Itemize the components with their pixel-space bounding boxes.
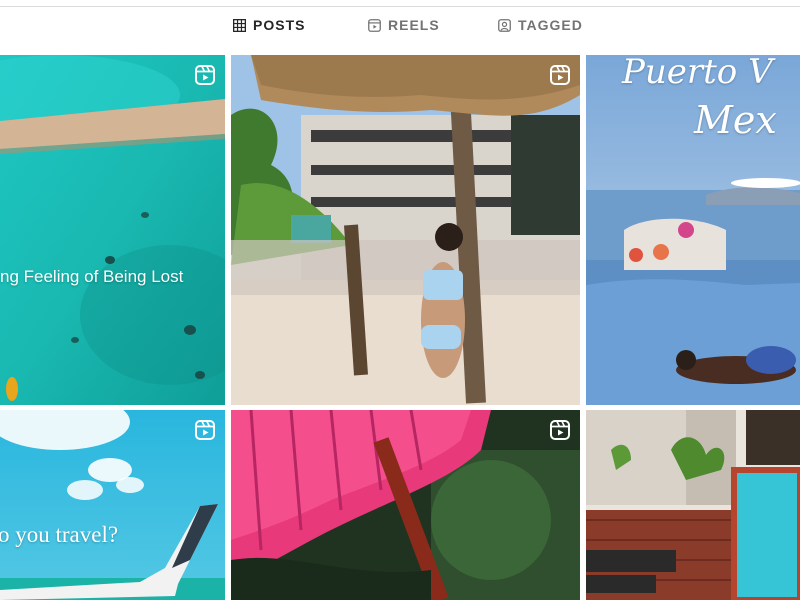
reel-icon	[550, 65, 570, 85]
post-thumbnail-image	[0, 410, 225, 600]
post-tile-4[interactable]: o you travel?	[0, 410, 225, 600]
post-overlay-text: Puerto V	[622, 55, 773, 92]
profile-tabs: POSTS REELS TAGGED	[0, 7, 800, 54]
post-tile-1[interactable]: ng Feeling of Being Lost	[0, 55, 225, 405]
post-thumbnail-image	[0, 55, 225, 405]
tab-reels[interactable]: REELS	[368, 7, 440, 43]
post-thumbnail-image	[231, 55, 580, 405]
reel-icon	[550, 420, 570, 440]
tagged-icon	[498, 18, 511, 32]
reels-icon	[368, 18, 381, 32]
tab-posts[interactable]: POSTS	[233, 7, 305, 43]
post-tile-2[interactable]	[231, 55, 580, 405]
grid-icon	[233, 18, 246, 32]
post-tile-5[interactable]	[231, 410, 580, 600]
reel-icon	[195, 65, 215, 85]
reel-icon	[195, 420, 215, 440]
post-overlay-text: ng Feeling of Being Lost	[0, 267, 184, 286]
post-thumbnail-image	[586, 410, 800, 600]
post-thumbnail-image	[231, 410, 580, 600]
post-overlay-text: Mex	[694, 98, 777, 142]
post-tile-6[interactable]	[586, 410, 800, 600]
tab-tagged[interactable]: TAGGED	[498, 7, 583, 43]
tab-reels-label: REELS	[388, 17, 440, 33]
post-tile-3[interactable]: Puerto V Mex	[586, 55, 800, 405]
tab-posts-label: POSTS	[253, 17, 306, 33]
tab-tagged-label: TAGGED	[518, 17, 583, 33]
post-overlay-text: o you travel?	[0, 522, 119, 547]
